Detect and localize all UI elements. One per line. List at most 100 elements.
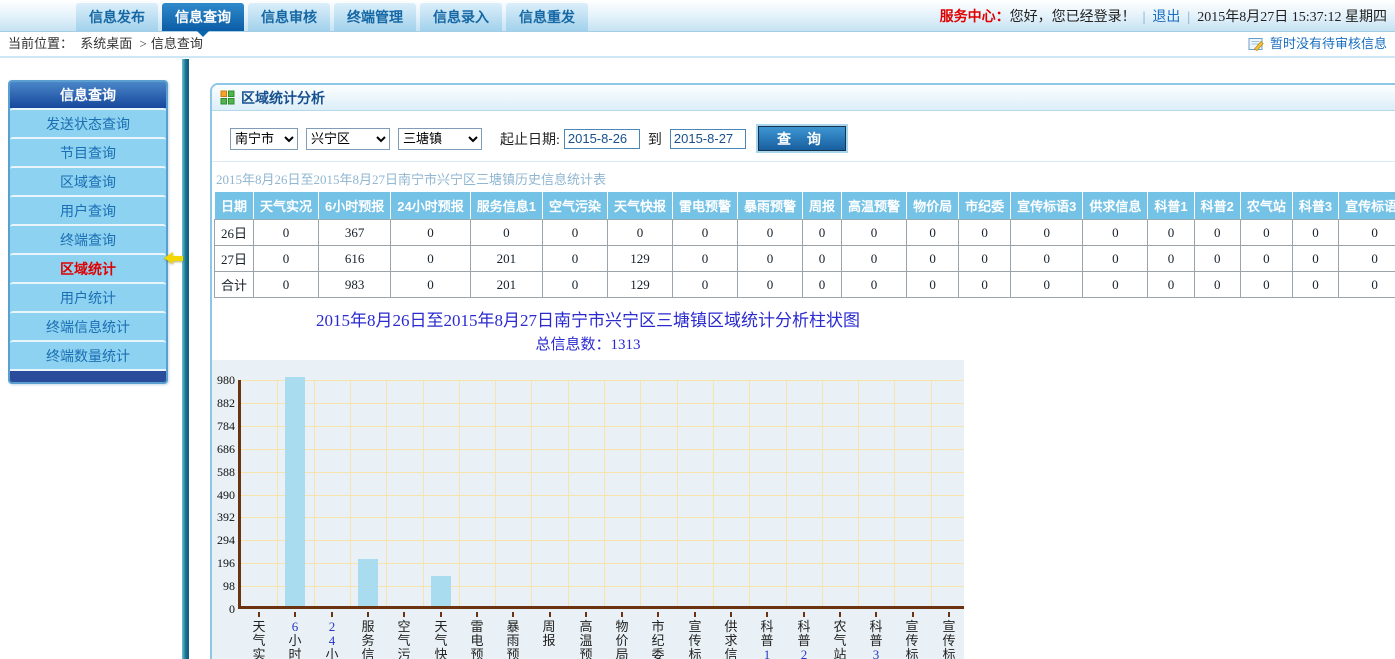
table-cell: 201 bbox=[470, 272, 542, 298]
session-info: 服务中心：您好，您已经登录！|退出|2015年8月27日 15:37:12 星期… bbox=[940, 0, 1387, 32]
sidebar-collapse-arrow-icon[interactable] bbox=[164, 252, 183, 264]
sidebar-item[interactable]: 区域统计 bbox=[10, 253, 166, 282]
table-cell: 0 bbox=[959, 272, 1011, 298]
table-cell: 0 bbox=[542, 246, 607, 272]
x-axis-label: 市纪委 bbox=[640, 620, 676, 659]
date-from-input[interactable] bbox=[564, 129, 640, 149]
table-cell: 0 bbox=[738, 220, 803, 246]
y-axis-label: 392 bbox=[212, 510, 235, 524]
x-axis-tick bbox=[512, 612, 514, 617]
x-axis-label: 农气站 bbox=[822, 620, 858, 659]
table-cell: 0 bbox=[391, 246, 470, 272]
town-select[interactable]: 三塘镇 bbox=[398, 128, 482, 150]
table-cell: 合计 bbox=[215, 272, 254, 298]
date-to-input[interactable] bbox=[670, 129, 746, 149]
x-axis-tick bbox=[948, 612, 950, 617]
top-tab[interactable]: 信息审核 bbox=[248, 3, 330, 31]
v-gridline bbox=[277, 380, 278, 606]
datetime-text: 2015年8月27日 15:37:12 星期四 bbox=[1197, 10, 1387, 25]
table-cell: 0 bbox=[254, 272, 319, 298]
table-cell: 0 bbox=[959, 246, 1011, 272]
sidebar-item[interactable]: 发送状态查询 bbox=[10, 108, 166, 137]
chart-plot-area bbox=[238, 380, 964, 609]
x-axis-label: 供求信息 bbox=[713, 620, 749, 659]
bar bbox=[285, 377, 305, 606]
table-cell: 27日 bbox=[215, 246, 254, 272]
sidebar-item[interactable]: 区域查询 bbox=[10, 166, 166, 195]
category-grid-icon bbox=[220, 90, 235, 105]
x-axis-tick bbox=[766, 612, 768, 617]
table-cell: 0 bbox=[1011, 220, 1083, 246]
x-axis-label: 天气快报 bbox=[423, 620, 459, 659]
x-axis-label: 科普2 bbox=[786, 620, 822, 659]
top-tab[interactable]: 信息录入 bbox=[420, 3, 502, 31]
table-cell: 0 bbox=[1240, 246, 1292, 272]
table-header-cell: 天气快报 bbox=[607, 192, 672, 220]
table-header-cell: 高温预警 bbox=[842, 192, 907, 220]
table-header-cell: 空气污染 bbox=[542, 192, 607, 220]
v-gridline bbox=[314, 380, 315, 606]
table-cell: 0 bbox=[803, 272, 842, 298]
breadcrumb-separator: > bbox=[140, 36, 147, 51]
top-tab[interactable]: 信息发布 bbox=[76, 3, 158, 31]
audit-notice[interactable]: 暂时没有待审核信息 bbox=[1248, 32, 1387, 56]
service-center-label: 服务中心： bbox=[940, 8, 1010, 24]
tab-bar: 信息发布信息查询信息审核终端管理信息录入信息重发 bbox=[76, 3, 588, 31]
table-cell: 0 bbox=[391, 220, 470, 246]
x-axis-label: 6小时预报 bbox=[277, 620, 313, 659]
table-header-cell: 6小时预报 bbox=[319, 192, 391, 220]
table-cell: 129 bbox=[607, 272, 672, 298]
x-axis-label: 暴雨预警 bbox=[495, 620, 531, 659]
sidebar-item[interactable]: 用户统计 bbox=[10, 282, 166, 311]
v-gridline bbox=[386, 380, 387, 606]
table-cell: 367 bbox=[319, 220, 391, 246]
query-button[interactable]: 查 询 bbox=[758, 126, 846, 151]
stats-table-body: 26日036700000000000000000036727日061602010… bbox=[215, 220, 1395, 298]
breadcrumb-home[interactable]: 系统桌面 bbox=[80, 36, 132, 51]
content-area: 信息查询 发送状态查询节目查询区域查询用户查询终端查询区域统计用户统计终端信息统… bbox=[0, 59, 1395, 659]
x-axis-tick bbox=[621, 612, 623, 617]
table-cell: 0 bbox=[1011, 272, 1083, 298]
chart-title: 2015年8月26日至2015年8月27日南宁市兴宁区三塘镇区域统计分析柱状图 bbox=[212, 306, 964, 331]
table-cell: 0 bbox=[907, 246, 959, 272]
table-header-cell: 服务信息1 bbox=[470, 192, 542, 220]
table-header-cell: 日期 bbox=[215, 192, 254, 220]
v-gridline bbox=[568, 380, 569, 606]
sidebar-item[interactable]: 节目查询 bbox=[10, 137, 166, 166]
table-cell: 0 bbox=[542, 272, 607, 298]
sidebar-title: 信息查询 bbox=[10, 82, 166, 108]
table-cell: 0 bbox=[673, 220, 738, 246]
table-cell: 0 bbox=[673, 246, 738, 272]
table-header-cell: 科普1 bbox=[1148, 192, 1194, 220]
stats-table-header-row: 日期天气实况6小时预报24小时预报服务信息1空气污染天气快报雷电预警暴雨预警周报… bbox=[215, 192, 1395, 220]
x-axis-tick bbox=[694, 612, 696, 617]
top-tab[interactable]: 信息重发 bbox=[506, 3, 588, 31]
table-header-cell: 宣传标语1 bbox=[1339, 192, 1395, 220]
logout-link[interactable]: 退出 bbox=[1152, 10, 1180, 25]
table-cell: 201 bbox=[470, 246, 542, 272]
x-axis-tick bbox=[331, 612, 333, 617]
table-cell: 0 bbox=[254, 220, 319, 246]
welcome-text: 您好，您已经登录！ bbox=[1010, 10, 1136, 25]
city-select[interactable]: 南宁市 bbox=[230, 128, 298, 150]
table-cell: 0 bbox=[1292, 272, 1338, 298]
sidebar-item[interactable]: 终端信息统计 bbox=[10, 311, 166, 340]
top-tab[interactable]: 终端管理 bbox=[334, 3, 416, 31]
v-gridline bbox=[677, 380, 678, 606]
sidebar-item[interactable]: 终端查询 bbox=[10, 224, 166, 253]
x-axis-label: 高温预警 bbox=[568, 620, 604, 659]
sidebar-item[interactable]: 用户查询 bbox=[10, 195, 166, 224]
top-tab[interactable]: 信息查询 bbox=[162, 3, 244, 31]
table-cell: 0 bbox=[1240, 220, 1292, 246]
x-axis-tick bbox=[294, 612, 296, 617]
table-cell: 0 bbox=[673, 272, 738, 298]
table-row: 合计098302010129000000000000001313 bbox=[215, 272, 1395, 298]
breadcrumb-label: 当前位置： bbox=[8, 36, 73, 51]
district-select[interactable]: 兴宁区 bbox=[306, 128, 390, 150]
sidebar-item[interactable]: 终端数量统计 bbox=[10, 340, 166, 369]
bar bbox=[358, 559, 378, 606]
y-axis-label: 490 bbox=[212, 488, 235, 502]
x-axis-label: 宣传标语1 bbox=[894, 620, 930, 659]
audit-notice-text[interactable]: 暂时没有待审核信息 bbox=[1270, 32, 1387, 56]
x-axis-label: 物价局 bbox=[604, 620, 640, 659]
